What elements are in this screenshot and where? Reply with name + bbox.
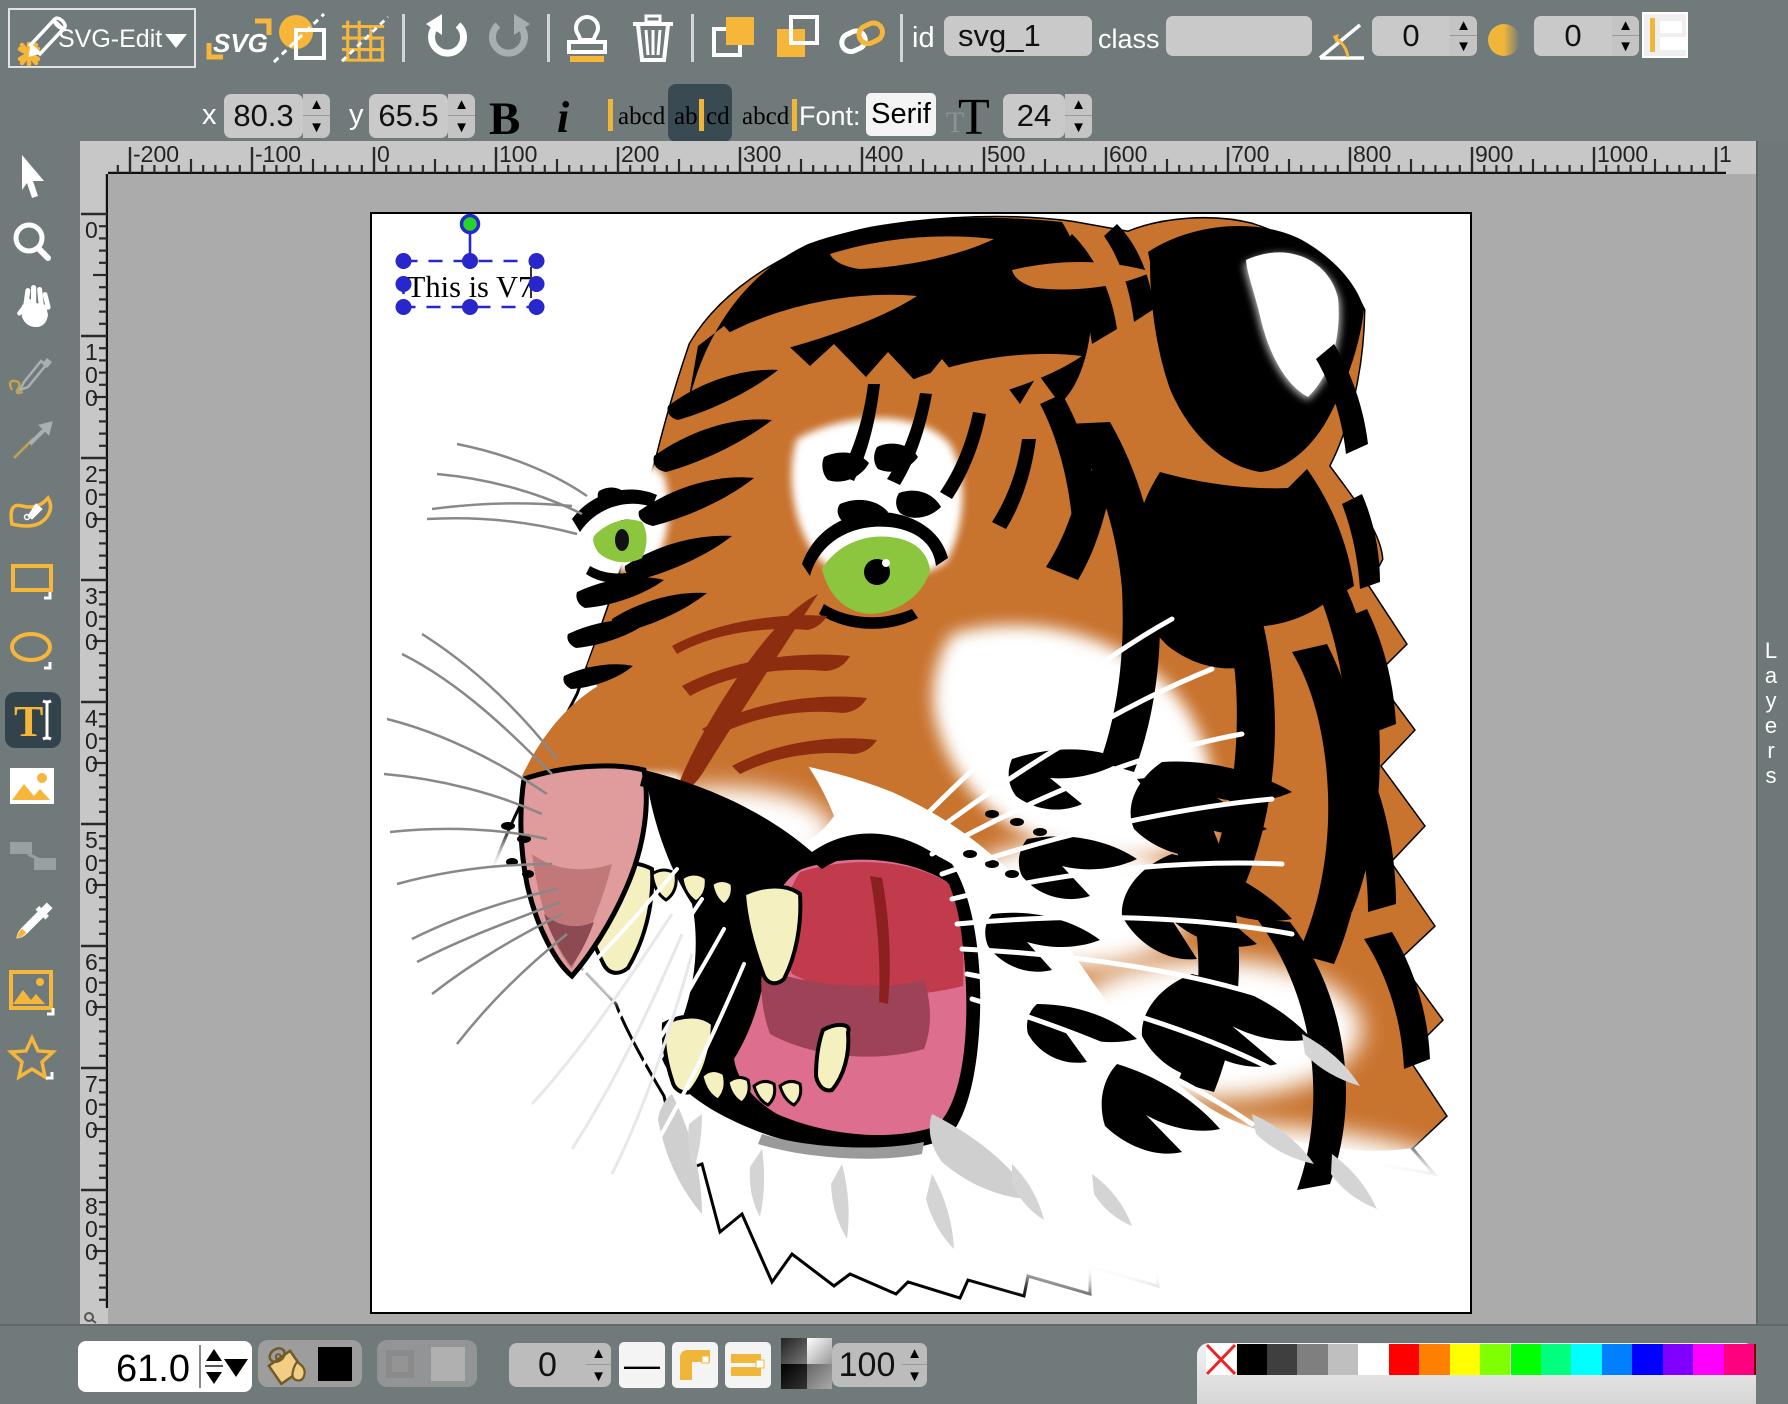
svg-text:0: 0 (85, 751, 98, 777)
svg-text:0: 0 (85, 873, 98, 899)
svg-text:0: 0 (85, 1239, 98, 1265)
svg-text:0: 0 (85, 507, 98, 533)
svg-text:1: 1 (1719, 141, 1732, 167)
svg-text:900: 900 (1475, 141, 1513, 167)
svg-text:400: 400 (865, 141, 903, 167)
svg-text:-100: -100 (255, 141, 301, 167)
svg-text:0: 0 (85, 385, 98, 411)
svg-text:800: 800 (1353, 141, 1391, 167)
svg-text:0: 0 (85, 217, 98, 243)
svg-text:-200: -200 (133, 141, 179, 167)
svg-text:0: 0 (377, 141, 390, 167)
svg-text:700: 700 (1231, 141, 1269, 167)
svg-text:This is V7: This is V7 (407, 270, 534, 304)
svg-text:1000: 1000 (1597, 141, 1648, 167)
svg-text:T: T (14, 697, 43, 746)
svg-text:0: 0 (85, 995, 98, 1021)
svg-text:0: 0 (85, 1117, 98, 1143)
svg-text:100: 100 (499, 141, 537, 167)
svg-text:200: 200 (621, 141, 659, 167)
svg-text:0: 0 (85, 629, 98, 655)
svg-text:500: 500 (987, 141, 1025, 167)
svg-text:300: 300 (743, 141, 781, 167)
svg-text:600: 600 (1109, 141, 1147, 167)
